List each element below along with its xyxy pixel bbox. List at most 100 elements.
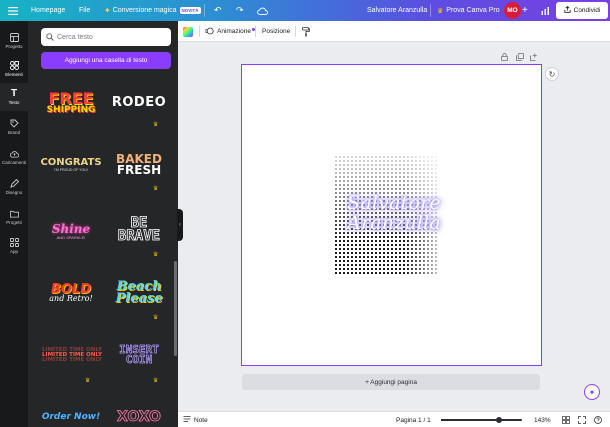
search-box[interactable] (41, 28, 171, 46)
bottom-bar: Note Pagina 1 / 1 143% (178, 411, 610, 427)
notes-icon (183, 415, 191, 425)
toolbar-divider (199, 26, 200, 37)
rail-label: App (9, 249, 18, 254)
premium-crown-icon: ♛ (153, 186, 159, 192)
add-page-icon[interactable] (530, 53, 538, 63)
menu-icon[interactable] (8, 0, 18, 21)
shapes-icon (9, 61, 19, 70)
text-style-beach-please[interactable]: Beach Please (106, 275, 172, 311)
rail-item-uploads[interactable]: Caricamenti (0, 143, 28, 171)
undo-icon[interactable]: ↶ (214, 0, 222, 21)
magic-star-icon: ✦ (104, 6, 111, 15)
tile-line1: FREE (48, 88, 94, 108)
rail-label: Elementi (5, 72, 23, 77)
try-pro-button[interactable]: ♛ Prova Canva Pro (437, 0, 500, 21)
rail-item-elements[interactable]: Elementi (0, 55, 28, 83)
tile-line1: CONGRATS (40, 156, 102, 168)
document-title[interactable]: Salvatore Aranzulla (367, 0, 427, 21)
toolbar-divider (255, 26, 256, 37)
animation-label: Animazione (217, 28, 251, 35)
tile-line1: RODEO (111, 95, 167, 111)
tile-line2: Please (115, 291, 163, 306)
rail-label: Brand (7, 130, 20, 135)
home-link[interactable]: Homepage (31, 0, 65, 21)
position-button[interactable]: Posizione (262, 21, 290, 42)
rail-item-project[interactable]: Progetto (0, 27, 28, 55)
rail-item-draw[interactable]: Disegno (0, 173, 28, 201)
page-indicator[interactable]: Pagina 1 / 1 (396, 412, 431, 427)
collapse-panel-handle[interactable]: ‹ (177, 209, 183, 241)
rail-item-text[interactable]: T Testo (0, 83, 28, 111)
premium-crown-icon: ♛ (153, 252, 159, 258)
zoom-slider[interactable] (441, 417, 522, 423)
search-input[interactable] (57, 33, 167, 41)
redo-icon[interactable]: ↷ (236, 0, 244, 21)
zoom-value[interactable]: 143% (534, 412, 551, 427)
brand-icon (10, 119, 19, 128)
help-icon[interactable] (594, 412, 602, 427)
tile-line1: XOXO (117, 408, 162, 425)
crown-icon: ♛ (437, 7, 444, 15)
text-style-congrats[interactable]: CONGRATS I'M PROUD OF YOU! (38, 149, 104, 181)
share-button[interactable]: Condividi (556, 2, 608, 19)
text-style-insert-coin[interactable]: INSERT COIN (106, 339, 172, 371)
canvas-text-element[interactable]: Salvatore Aranzulla (334, 193, 454, 233)
premium-crown-icon: ♛ (153, 315, 159, 321)
notes-button[interactable]: Note (183, 412, 208, 427)
tile-line1: Order Now! (41, 411, 101, 422)
layout-icon (9, 33, 19, 42)
tile-line2: FRESH (116, 163, 162, 177)
top-bar: Homepage File ✦ Conversione magica NOVIT… (0, 0, 610, 21)
refresh-icon[interactable]: ↻ (545, 67, 559, 81)
text-style-shine[interactable]: Shine AND SPARKLE! (38, 216, 104, 248)
share-label: Condividi (573, 7, 601, 14)
rail-item-projects[interactable]: Progetti (0, 203, 28, 231)
rail-label: Caricamenti (1, 160, 26, 165)
magic-assistant-icon[interactable]: ✦ (584, 384, 600, 400)
text-style-rodeo[interactable]: RODEO (106, 87, 172, 119)
rail-item-brand[interactable]: Brand (0, 113, 28, 141)
text-style-be-brave[interactable]: BE BRAVE (106, 211, 172, 249)
color-swatch-button[interactable] (183, 21, 193, 42)
add-textbox-button[interactable]: Aggiungi una casella di testo (41, 52, 171, 69)
editor-toolbar: Animazione Posizione (178, 21, 610, 42)
paint-roller-icon[interactable] (302, 21, 310, 42)
text-style-free-shipping[interactable]: FREE SHIPPING (38, 87, 104, 119)
premium-crown-icon: ♛ (153, 122, 159, 128)
folder-icon (9, 209, 19, 218)
chevron-left-icon: ‹ (179, 222, 181, 228)
rail-label: Disegno (5, 190, 23, 195)
rail-item-apps[interactable]: App (0, 232, 28, 260)
duplicate-page-icon[interactable] (516, 53, 524, 63)
topbar-divider (204, 4, 205, 17)
toolbar-divider (295, 26, 296, 37)
panel-scrollbar[interactable] (174, 261, 177, 356)
text-style-xoxo[interactable]: XOXO (106, 407, 172, 427)
lock-icon[interactable] (501, 53, 508, 63)
notes-label: Note (194, 416, 208, 424)
file-menu[interactable]: File (79, 0, 90, 21)
left-rail: Progetto Elementi T Testo Brand Caricame… (0, 21, 28, 427)
magic-switch-button[interactable]: ✦ Conversione magica NOVITÀ (104, 0, 201, 21)
grid-view-icon[interactable] (562, 412, 570, 427)
try-pro-label: Prova Canva Pro (446, 7, 500, 14)
tile-line2: COIN (125, 353, 153, 366)
search-icon (46, 28, 54, 46)
fullscreen-icon[interactable] (578, 412, 586, 427)
cloud-save-icon[interactable] (257, 0, 268, 21)
text-icon: T (10, 88, 18, 99)
add-page-button[interactable]: + Aggiungi pagina (242, 374, 540, 390)
text-style-limited-time[interactable]: LIMITED TIME ONLY (40, 344, 104, 366)
add-collaborator-icon[interactable]: + (522, 0, 528, 21)
text-style-baked-fresh[interactable]: BAKED FRESH (106, 149, 172, 181)
animation-button[interactable]: Animazione (205, 21, 255, 42)
rail-label: Progetti (6, 220, 22, 225)
tile-line2: I'M PROUD OF YOU! (54, 167, 88, 172)
rainbow-swatch-icon (183, 26, 193, 37)
canvas-text-line1: Salvatore (347, 192, 441, 214)
text-style-order-now[interactable]: Order Now! (38, 407, 104, 427)
avatar[interactable]: MO (504, 2, 521, 19)
text-panel: Aggiungi una casella di testo FREE SHIPP… (28, 21, 178, 427)
stats-icon[interactable] (541, 0, 550, 21)
text-style-bold-retro[interactable]: BOLD and Retro! (38, 277, 104, 309)
